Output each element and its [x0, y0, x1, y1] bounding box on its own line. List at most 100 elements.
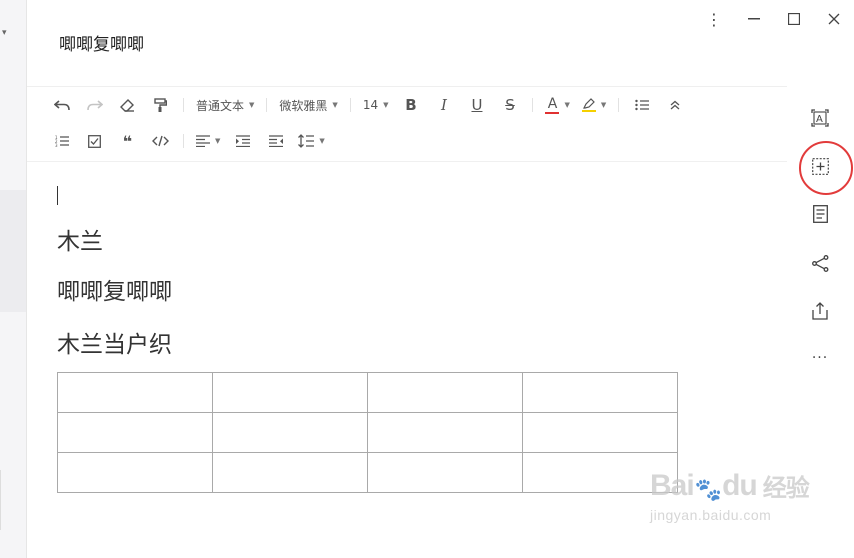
- close-button[interactable]: [814, 0, 854, 38]
- indent-decrease-icon: [268, 135, 283, 147]
- minimize-button[interactable]: [734, 0, 774, 38]
- align-left-icon: [196, 135, 210, 147]
- line-height-dropdown[interactable]: ▼: [292, 128, 330, 154]
- insert-block-button[interactable]: [800, 148, 840, 184]
- close-icon: [828, 13, 840, 25]
- document-outline-icon: [812, 205, 828, 223]
- caret-down-icon: ▼: [383, 101, 389, 109]
- italic-button[interactable]: I: [427, 92, 460, 118]
- line-height-icon: [298, 134, 315, 148]
- table-cell[interactable]: [57, 372, 213, 413]
- baidu-jingyan-watermark: Bai 🐾 du 经验 jingyan.baidu.com: [650, 468, 810, 548]
- strikethrough-button[interactable]: S: [493, 92, 526, 118]
- bold-button[interactable]: B: [394, 92, 427, 118]
- svg-text:3: 3: [55, 143, 58, 147]
- undo-icon: [53, 100, 70, 111]
- header-divider: [27, 86, 787, 87]
- format-painter-button[interactable]: [144, 92, 177, 118]
- maximize-icon: [788, 13, 800, 25]
- caret-down-icon: ▼: [249, 101, 255, 109]
- font-color-icon: A: [545, 95, 560, 114]
- redo-icon: [86, 100, 103, 111]
- insert-block-icon: [811, 157, 829, 175]
- watermark-url: jingyan.baidu.com: [650, 507, 772, 523]
- more-options-button[interactable]: ···: [800, 340, 840, 376]
- caret-down-icon: ▼: [564, 101, 570, 109]
- table-cell[interactable]: [522, 372, 678, 413]
- highlight-color-swatch: [581, 110, 596, 112]
- quote-button[interactable]: ❝: [111, 128, 144, 154]
- clear-format-button[interactable]: [111, 92, 144, 118]
- code-icon: [152, 135, 169, 147]
- text-box-icon: A: [811, 109, 829, 127]
- table-cell[interactable]: [367, 372, 523, 413]
- table-cell[interactable]: [57, 452, 213, 493]
- paragraph-style-value: 普通文本: [196, 98, 245, 113]
- toolbar-separator: [532, 98, 534, 112]
- indent-increase-button[interactable]: [226, 128, 259, 154]
- table-cell[interactable]: [57, 412, 213, 453]
- export-button[interactable]: [800, 293, 840, 329]
- watermark-brand-left: Bai: [650, 469, 695, 502]
- table-row: [57, 412, 678, 453]
- font-family-dropdown[interactable]: 微软雅黑 ▼: [273, 92, 343, 118]
- more-menu-button[interactable]: ⋮: [694, 0, 734, 38]
- paragraph-1[interactable]: 木兰: [57, 222, 103, 256]
- document-outline-button[interactable]: [800, 196, 840, 232]
- paragraph-3[interactable]: 木兰当户织: [57, 325, 172, 359]
- share-button[interactable]: [800, 245, 840, 281]
- checklist-button[interactable]: [78, 128, 111, 154]
- table-row: [57, 372, 678, 413]
- paw-icon: 🐾: [694, 477, 722, 502]
- toolbar-row-2: 123 ❝ ▼ ▼: [45, 128, 331, 154]
- code-block-button[interactable]: [144, 128, 177, 154]
- underline-button[interactable]: U: [460, 92, 493, 118]
- toolbar-separator: [183, 134, 184, 148]
- font-family-value: 微软雅黑: [279, 98, 328, 113]
- left-sidebar-strip: ▾: [0, 0, 27, 558]
- document-title[interactable]: 唧唧复唧唧: [59, 30, 144, 55]
- chevron-double-up-icon: [670, 100, 680, 110]
- maximize-button[interactable]: [774, 0, 814, 38]
- toolbar-row-1: 普通文本 ▼ 微软雅黑 ▼ 14 ▼ B I U S A ▼ ▼: [45, 92, 691, 118]
- paragraph-style-dropdown[interactable]: 普通文本 ▼: [190, 92, 260, 118]
- caret-down-icon: ▼: [319, 137, 325, 145]
- editor-top-divider: [27, 161, 787, 162]
- indent-decrease-button[interactable]: [259, 128, 292, 154]
- chevron-down-icon[interactable]: ▾: [2, 28, 7, 38]
- toolbar-separator: [183, 98, 184, 112]
- text-cursor: [57, 186, 58, 205]
- font-size-value: 14: [362, 98, 379, 112]
- align-dropdown[interactable]: ▼: [190, 128, 226, 154]
- table-row: [57, 452, 678, 493]
- watermark-brand-cn: 经验: [762, 474, 810, 502]
- table-cell[interactable]: [212, 452, 368, 493]
- text-box-button[interactable]: A: [800, 100, 840, 136]
- sidebar-divider: [0, 470, 3, 530]
- eraser-icon: [120, 98, 134, 112]
- sidebar-panel: [0, 190, 26, 312]
- font-color-swatch: [545, 111, 560, 114]
- svg-text:A: A: [816, 114, 823, 125]
- table-cell[interactable]: [522, 412, 678, 453]
- table-cell[interactable]: [367, 452, 523, 493]
- font-color-dropdown[interactable]: A ▼: [539, 92, 575, 118]
- highlight-color-dropdown[interactable]: ▼: [576, 92, 612, 118]
- table-cell[interactable]: [212, 412, 368, 453]
- table-cell[interactable]: [367, 412, 523, 453]
- undo-button[interactable]: [45, 92, 78, 118]
- paragraph-2[interactable]: 唧唧复唧唧: [57, 272, 172, 306]
- redo-button[interactable]: [78, 92, 111, 118]
- font-color-letter: A: [547, 95, 558, 112]
- collapse-toolbar-button[interactable]: [658, 92, 691, 118]
- checkbox-icon: [88, 134, 101, 148]
- indent-increase-icon: [235, 135, 250, 147]
- numbered-list-button[interactable]: 123: [45, 128, 78, 154]
- highlighter-icon: [581, 98, 596, 112]
- font-size-dropdown[interactable]: 14 ▼: [357, 92, 395, 118]
- bullet-list-icon: [635, 99, 649, 111]
- window-controls: ⋮: [694, 0, 854, 38]
- quote-icon: ❝: [122, 131, 133, 151]
- table-cell[interactable]: [212, 372, 368, 413]
- bullet-list-button[interactable]: [625, 92, 658, 118]
